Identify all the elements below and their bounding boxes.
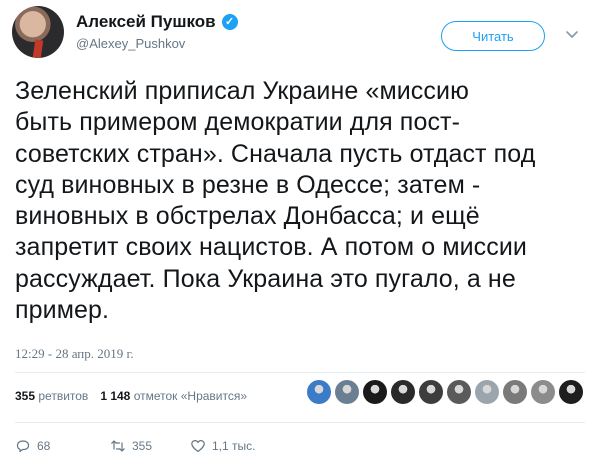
retweet-count: 355 [132, 439, 153, 453]
avatar-silhouette-icon[interactable] [335, 380, 359, 404]
reply-button[interactable]: 68 [15, 438, 110, 454]
author-name-row: Алексей Пушков ✓ [76, 12, 238, 32]
tweet-timestamp[interactable]: 12:29 - 28 апр. 2019 г. [15, 346, 134, 362]
retweet-button[interactable]: 355 [110, 438, 190, 454]
avatar-ring-icon[interactable] [307, 380, 331, 404]
avatar-mask-icon[interactable] [559, 380, 583, 404]
tweet-text-line: суд виновных в резне в Одессе; затем - [15, 170, 481, 199]
tweet-text-line: запретит своих нацистов. А потом о мисси… [15, 233, 527, 262]
avatar-dark-figure-icon[interactable] [391, 380, 415, 404]
tweet-text: Зеленский приписал Украине «миссию быть … [15, 76, 590, 326]
avatar-face-icon[interactable] [531, 380, 555, 404]
avatar-portrait-icon[interactable] [447, 380, 471, 404]
tweet-text-line: Зеленский приписал Украине «миссию [15, 77, 469, 105]
tweet-card: Алексей Пушков ✓ @Alexey_Pushkov Читать … [0, 0, 600, 462]
tweet-text-line: виновных в обстрелах Донбасса; и ещё [15, 202, 480, 231]
tweet-text-line: быть примером демократии для пост- [15, 108, 461, 137]
heart-icon [191, 440, 205, 453]
tweet-actions: 68 355 1,1 тыс. [15, 438, 255, 454]
likes-label: отметок «Нравится» [133, 389, 248, 403]
likes-stat[interactable]: 1 148 отметок «Нравится» [100, 389, 247, 403]
avatar-default-icon[interactable] [475, 380, 499, 404]
chevron-down-icon[interactable] [564, 26, 580, 42]
likes-count: 1 148 [100, 389, 131, 403]
retweet-icon [111, 440, 125, 452]
avatar-dark-icon[interactable] [363, 380, 387, 404]
like-count: 1,1 тыс. [212, 439, 256, 453]
reply-icon [16, 440, 30, 453]
likers-avatars [307, 380, 583, 404]
reply-count: 68 [37, 439, 51, 453]
author-handle[interactable]: @Alexey_Pushkov [76, 36, 185, 51]
tweet-text-line: рассуждает. Пока Украина это пугало, а н… [15, 264, 516, 293]
author-display-name[interactable]: Алексей Пушков [76, 12, 216, 32]
retweets-stat[interactable]: 355 ретвитов [15, 389, 88, 403]
divider [15, 372, 585, 373]
avatar-bald-icon[interactable] [503, 380, 527, 404]
tweet-text-line: пример. [15, 296, 110, 325]
verified-badge-icon: ✓ [221, 14, 238, 30]
retweets-count: 355 [15, 389, 36, 403]
author-avatar[interactable] [12, 6, 64, 58]
follow-button[interactable]: Читать [441, 21, 545, 51]
like-button[interactable]: 1,1 тыс. [190, 438, 255, 454]
retweets-label: ретвитов [38, 389, 89, 403]
divider [15, 422, 585, 423]
engagement-stats: 355 ретвитов 1 148 отметок «Нравится» [15, 389, 247, 403]
tweet-text-line: советских стран». Сначала пусть отдаст п… [15, 139, 536, 168]
avatar-emblem-icon[interactable] [419, 380, 443, 404]
